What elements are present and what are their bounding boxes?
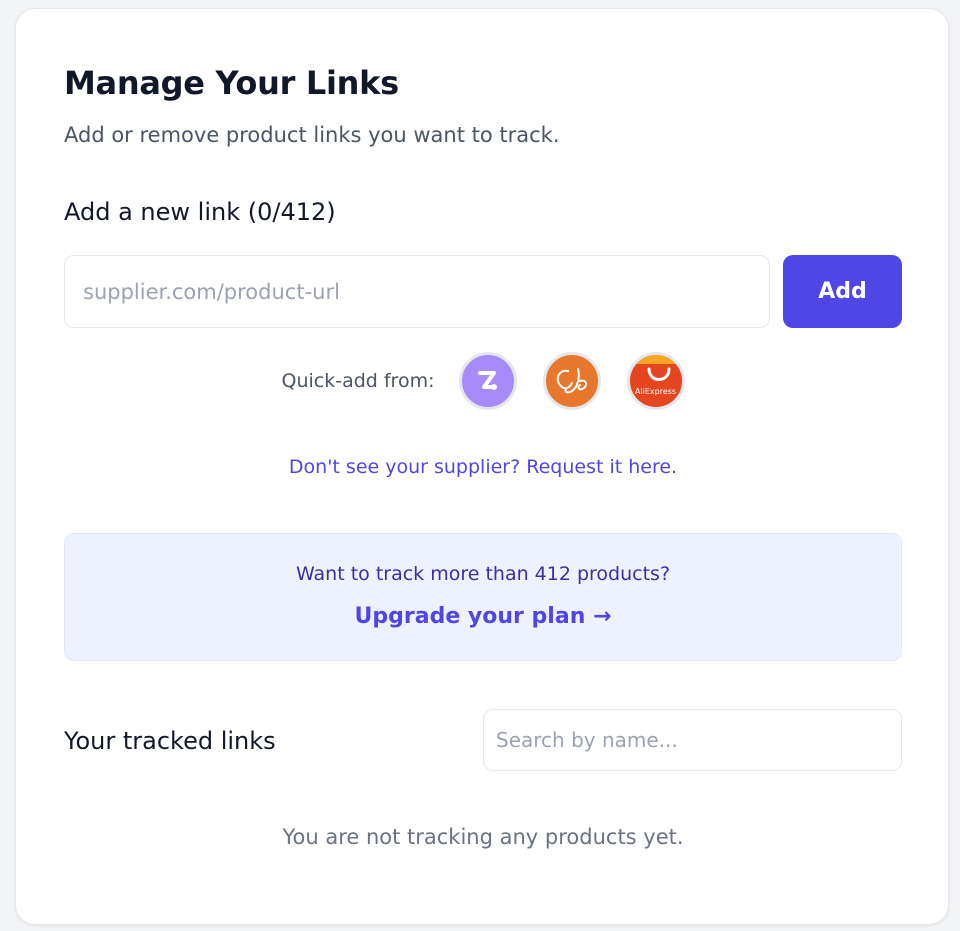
page-subtitle: Add or remove product links you want to … bbox=[64, 123, 560, 147]
upgrade-banner: Want to track more than 412 products? Up… bbox=[64, 533, 902, 661]
cj-dropshipping-logo-icon bbox=[556, 368, 587, 394]
quick-add-cj-button[interactable] bbox=[542, 352, 601, 410]
quick-add-row: Quick-add from: AliExpress bbox=[16, 352, 950, 410]
quick-add-label: Quick-add from: bbox=[281, 370, 435, 392]
aliexpress-logo-icon bbox=[629, 355, 682, 381]
add-link-button[interactable]: Add bbox=[783, 255, 902, 328]
add-link-heading: Add a new link (0/412) bbox=[64, 198, 336, 226]
request-supplier-link[interactable]: Don't see your supplier? Request it here… bbox=[16, 456, 950, 478]
upgrade-question: Want to track more than 412 products? bbox=[295, 563, 671, 585]
zendrop-logo-icon bbox=[477, 371, 497, 390]
manage-links-card: Manage Your Links Add or remove product … bbox=[15, 8, 949, 925]
upgrade-plan-link[interactable]: Upgrade your plan → bbox=[65, 604, 901, 629]
empty-state-message: You are not tracking any products yet. bbox=[282, 825, 684, 849]
aliexpress-logo-text: AliExpress bbox=[634, 387, 677, 396]
quick-add-aliexpress-button[interactable]: AliExpress bbox=[626, 352, 685, 410]
page-title: Manage Your Links bbox=[64, 64, 399, 102]
product-url-input[interactable] bbox=[64, 255, 770, 328]
quick-add-zendrop-button[interactable] bbox=[458, 352, 517, 410]
tracked-links-heading: Your tracked links bbox=[64, 727, 276, 755]
search-links-input[interactable] bbox=[483, 709, 902, 771]
